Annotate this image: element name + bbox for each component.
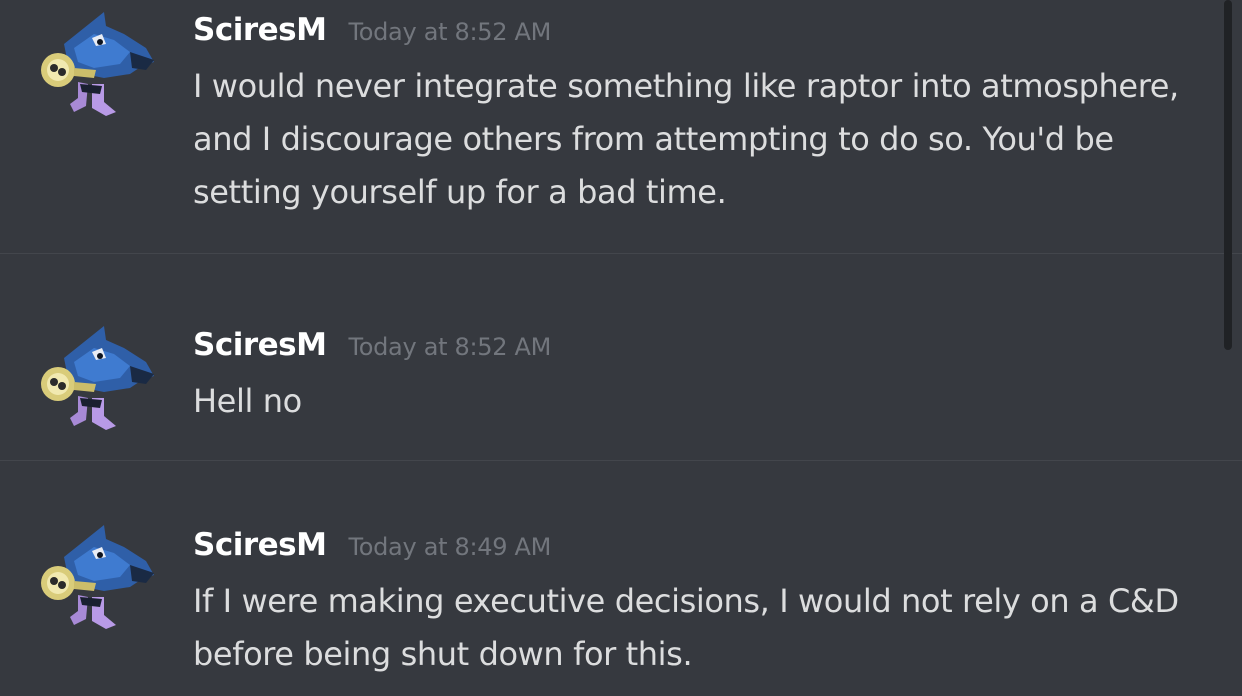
author-name[interactable]: SciresM	[193, 527, 327, 563]
avatar[interactable]	[34, 4, 158, 128]
avatar[interactable]	[34, 318, 158, 442]
author-name[interactable]: SciresM	[193, 327, 327, 363]
message-timestamp: Today at 8:52 AM	[348, 18, 552, 46]
message-content: If I were making executive decisions, I …	[193, 582, 1179, 673]
avatar[interactable]	[34, 517, 158, 641]
message-header: SciresM Today at 8:52 AM	[193, 12, 551, 56]
message-content: I would never integrate something like r…	[193, 67, 1179, 211]
scrollbar-thumb[interactable]	[1224, 0, 1232, 350]
message-group: SciresM Today at 8:52 AM Hell no	[0, 254, 1242, 460]
message-content: Hell no	[193, 382, 302, 420]
message-group: SciresM Today at 8:52 AM I would never in…	[0, 0, 1242, 253]
message-header: SciresM Today at 8:49 AM	[193, 527, 551, 571]
author-name[interactable]: SciresM	[193, 12, 327, 48]
message-header: SciresM Today at 8:52 AM	[193, 327, 551, 371]
message-timestamp: Today at 8:49 AM	[348, 533, 552, 561]
message-group: SciresM Today at 8:49 AM If I were making…	[0, 461, 1242, 696]
message-timestamp: Today at 8:52 AM	[348, 333, 552, 361]
message-list: SciresM Today at 8:52 AM I would never in…	[0, 0, 1242, 696]
